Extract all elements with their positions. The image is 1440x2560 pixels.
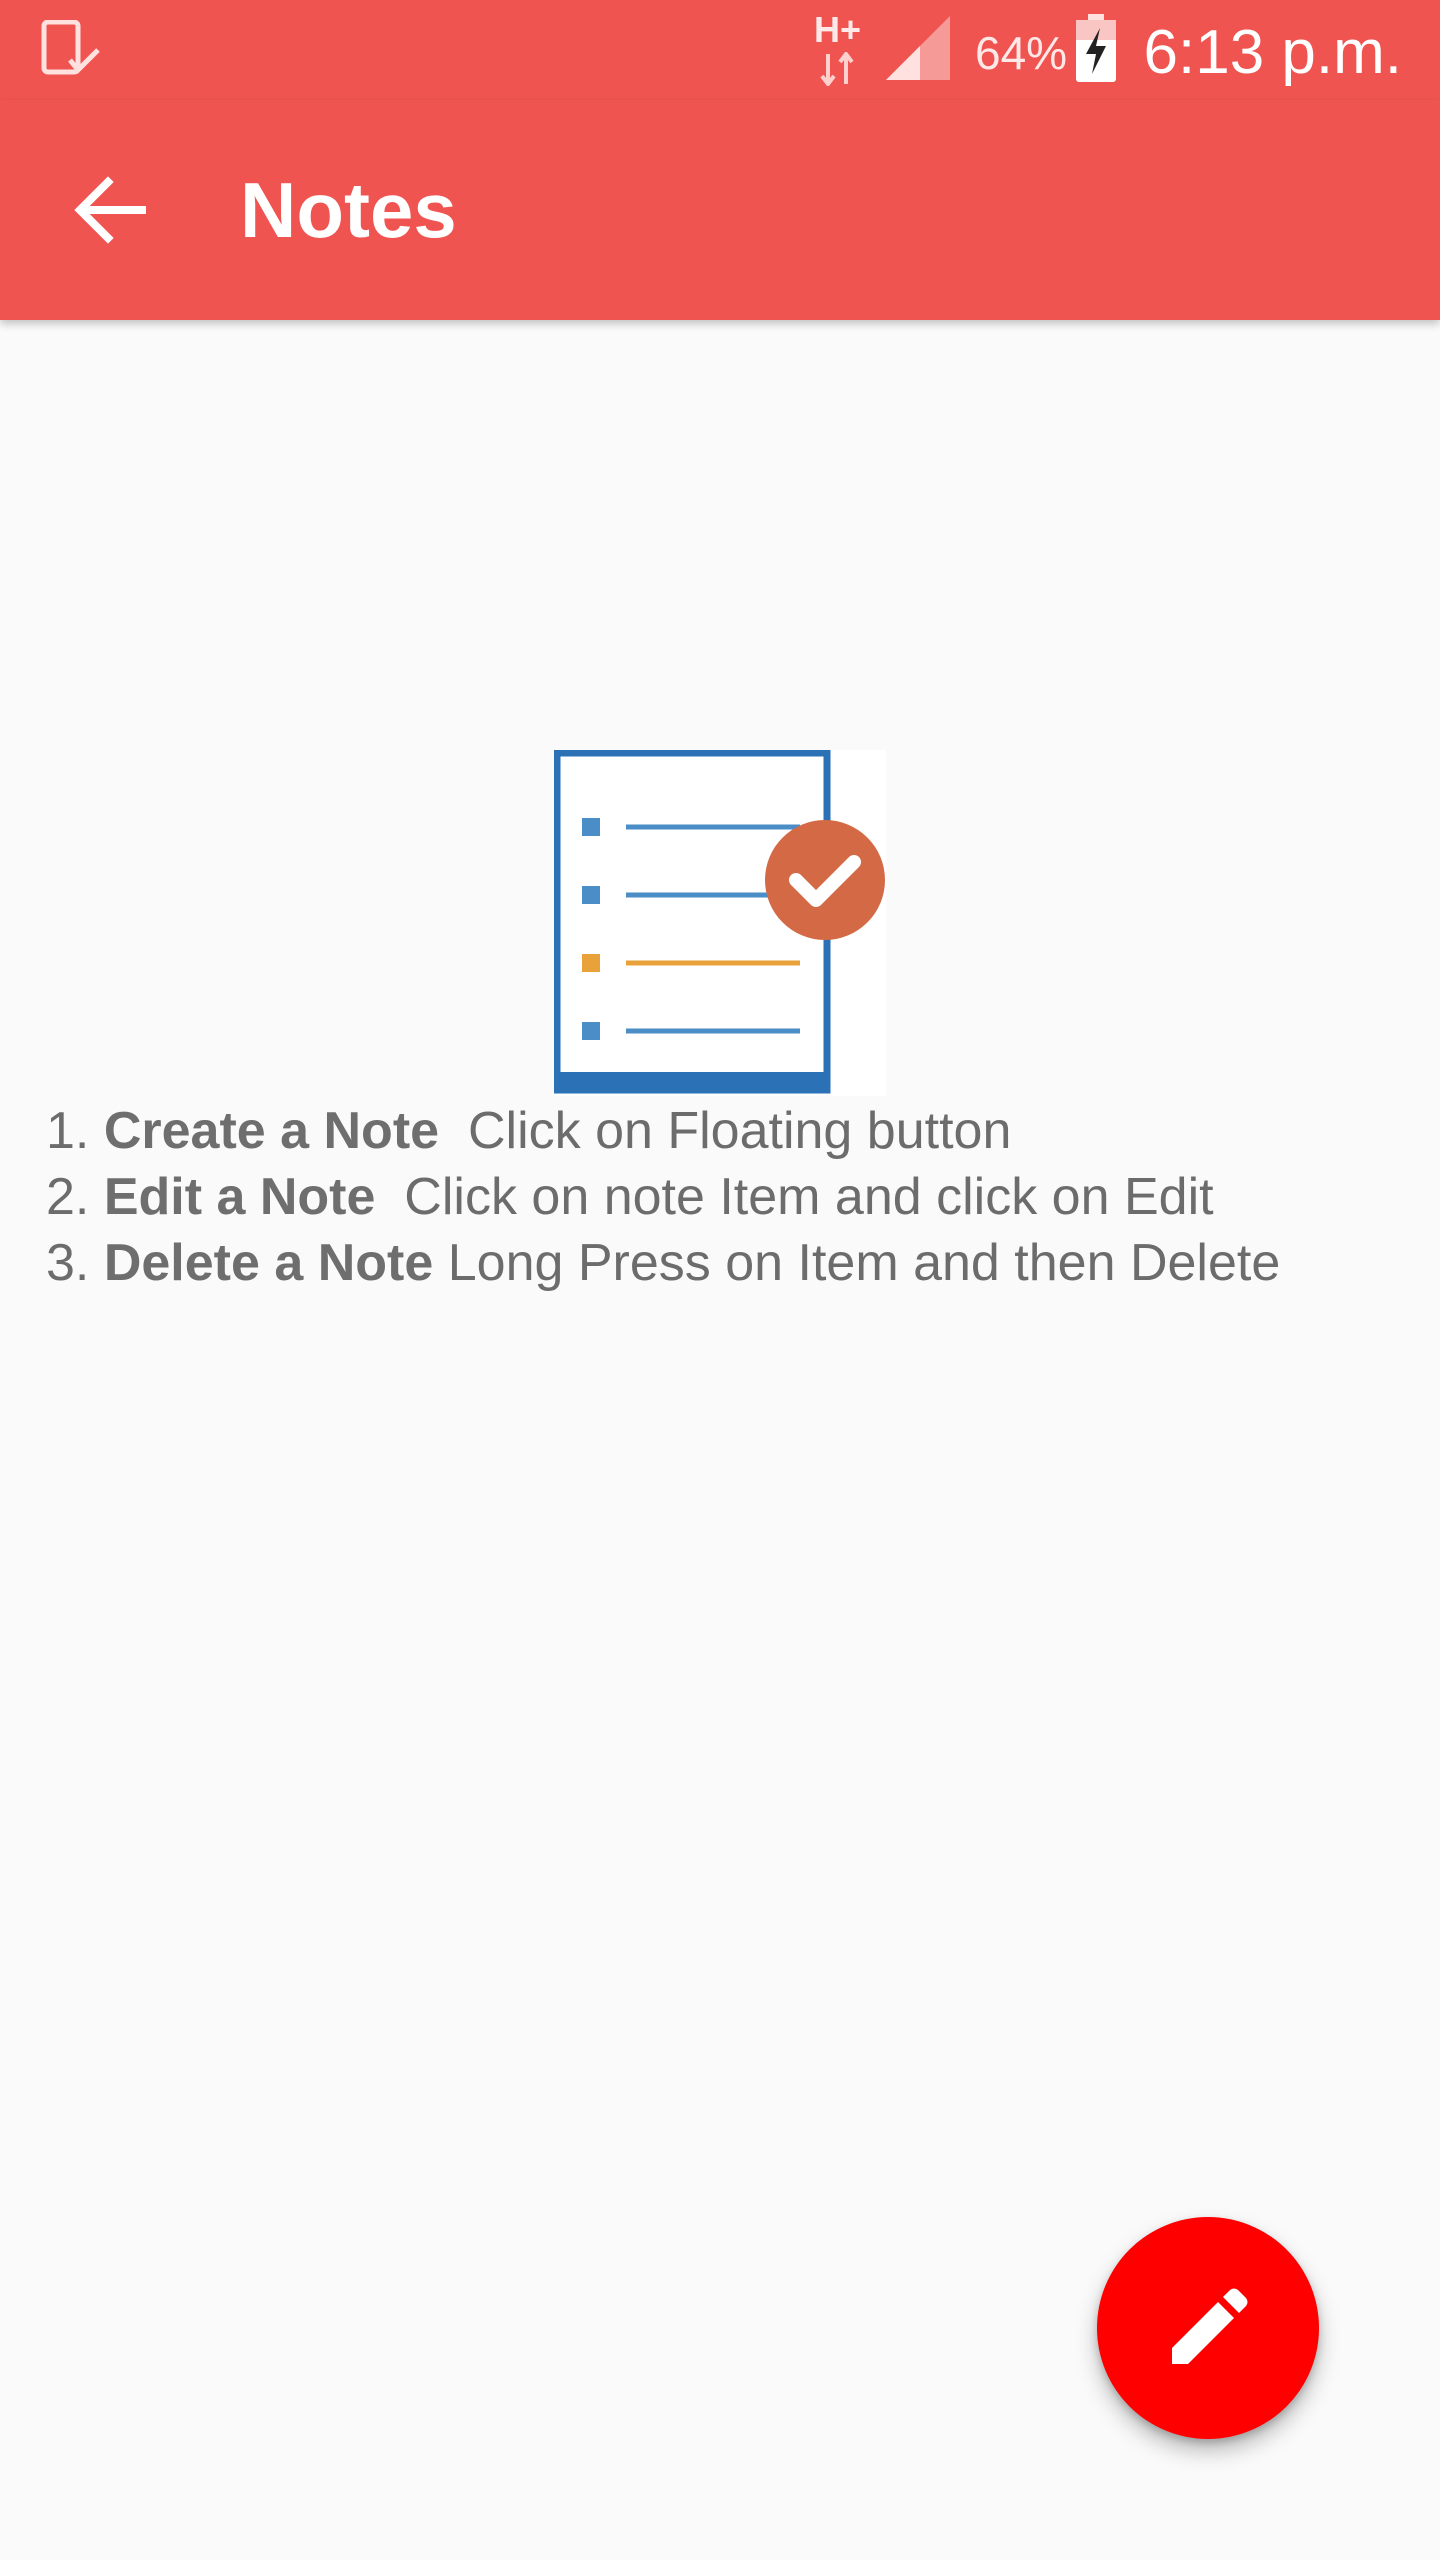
device-check-icon [40,20,104,80]
pencil-icon [1168,2288,1248,2368]
create-note-fab[interactable] [1097,2217,1319,2439]
instruction-text: Click on Floating button [439,1102,1012,1160]
network-type-label: H+ [814,9,862,50]
checklist-illustration [554,750,886,1096]
network-type-indicator: H+ [814,10,870,86]
instructions-list: 1. Create a Note Click on Floating butto… [46,1098,1406,1296]
status-bar: H+ 64% 6:13 p.m. [0,0,1440,100]
instruction-item: 1. Create a Note Click on Floating butto… [46,1098,1406,1164]
battery-charging-icon [1074,14,1118,82]
arrow-back-icon [74,174,146,246]
instruction-item: 2. Edit a Note Click on note Item and cl… [46,1164,1406,1230]
instruction-number: 1. [46,1102,90,1160]
instruction-text: Click on note Item and click on Edit [375,1168,1214,1226]
instruction-title: Create a Note [103,1102,440,1160]
page-title: Notes [240,166,457,254]
instruction-number: 2. [46,1168,90,1226]
instruction-item: 3. Delete a Note Long Press on Item and … [46,1230,1406,1296]
app-bar [0,100,1440,320]
battery-percentage: 64% [975,27,1068,79]
checklist-icon [554,750,886,1096]
status-time: 6:13 p.m. [1143,18,1402,87]
instruction-title: Delete a Note [103,1234,434,1292]
back-button[interactable] [50,150,170,270]
instruction-title: Edit a Note [103,1168,376,1226]
instruction-number: 3. [46,1234,90,1292]
data-arrows-icon [818,52,858,86]
signal-icon [884,14,954,82]
instruction-text: Long Press on Item and then Delete [433,1234,1281,1292]
